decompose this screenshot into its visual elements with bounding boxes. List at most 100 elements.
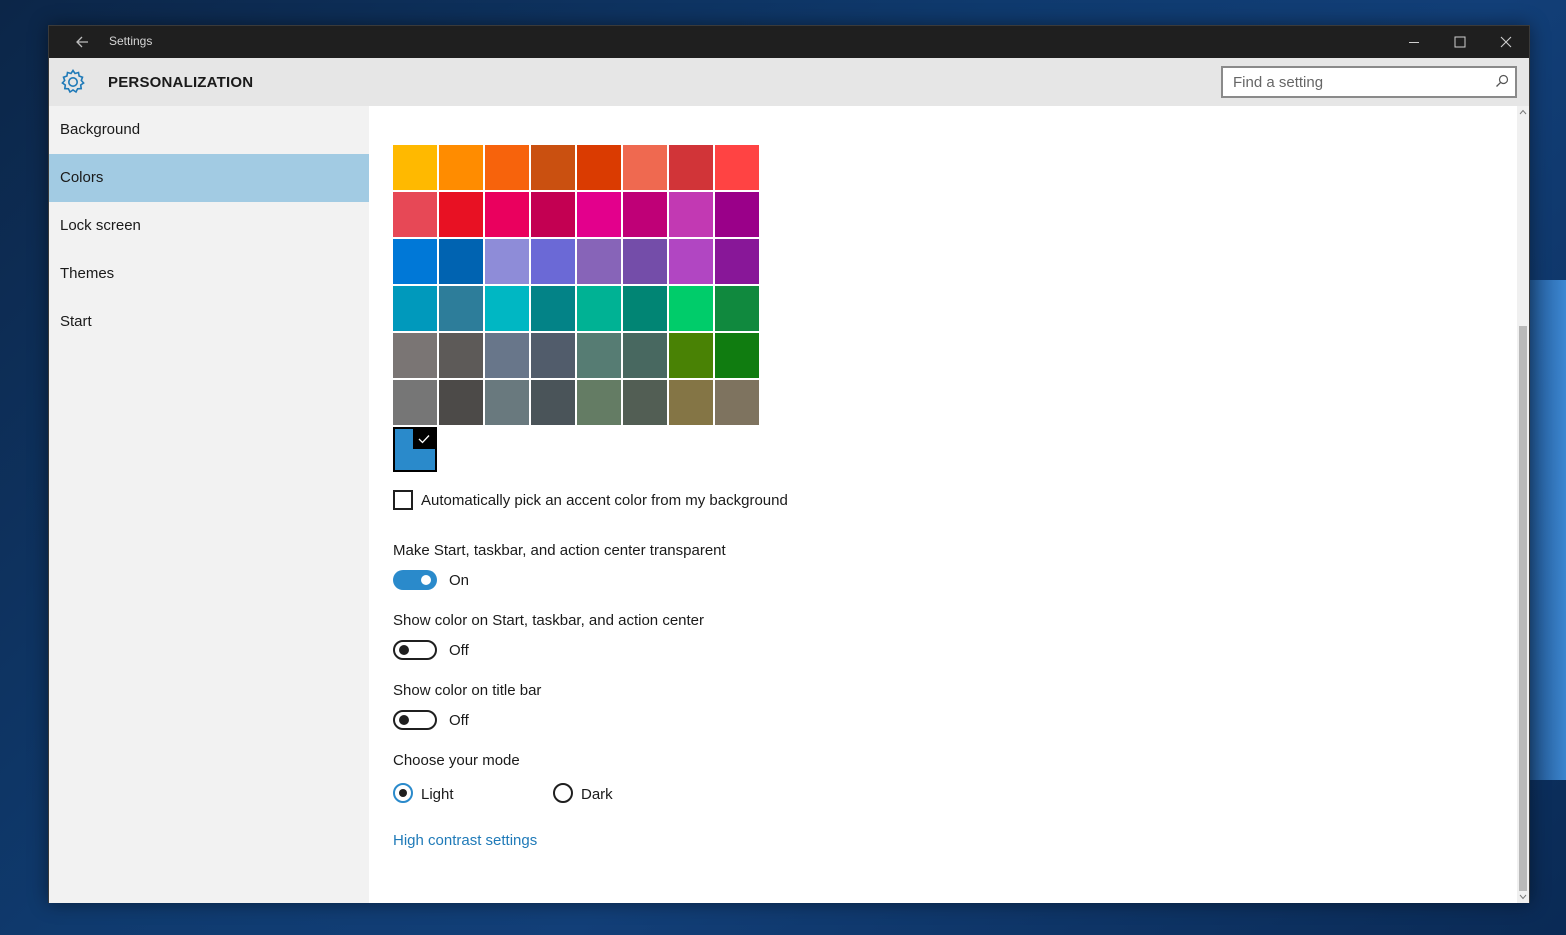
accent-swatch[interactable] <box>485 192 529 237</box>
accent-swatch[interactable] <box>623 286 667 331</box>
show-color-start-toggle[interactable] <box>393 640 437 660</box>
accent-swatch[interactable] <box>439 286 483 331</box>
accent-swatch[interactable] <box>715 145 759 190</box>
accent-swatch[interactable] <box>393 333 437 378</box>
accent-swatch[interactable] <box>531 286 575 331</box>
accent-swatch[interactable] <box>393 192 437 237</box>
accent-swatch[interactable] <box>577 239 621 284</box>
toggle-knob <box>421 575 431 585</box>
accent-swatch[interactable] <box>623 380 667 425</box>
accent-swatch[interactable] <box>577 286 621 331</box>
scroll-up-button[interactable] <box>1517 106 1529 118</box>
accent-swatch[interactable] <box>485 145 529 190</box>
accent-swatch[interactable] <box>715 192 759 237</box>
accent-swatch[interactable] <box>531 333 575 378</box>
accent-swatch[interactable] <box>623 239 667 284</box>
accent-swatch[interactable] <box>439 192 483 237</box>
accent-swatch[interactable] <box>531 380 575 425</box>
accent-swatch[interactable] <box>393 380 437 425</box>
search-input[interactable] <box>1223 68 1483 96</box>
sidebar-item-background[interactable]: Background <box>49 106 369 154</box>
sidebar-item-label: Colors <box>60 169 104 186</box>
accent-swatch[interactable] <box>577 145 621 190</box>
accent-swatch[interactable] <box>669 239 713 284</box>
selected-accent-swatch[interactable] <box>393 427 437 472</box>
gear-icon <box>61 69 85 94</box>
sidebar-item-themes[interactable]: Themes <box>49 250 369 298</box>
sidebar-item-colors[interactable]: Colors <box>49 154 369 202</box>
search-icon[interactable] <box>1495 74 1509 88</box>
accent-swatch[interactable] <box>393 145 437 190</box>
accent-swatch[interactable] <box>439 380 483 425</box>
scroll-down-button[interactable] <box>1517 891 1529 903</box>
accent-swatch[interactable] <box>669 380 713 425</box>
mode-light-label[interactable]: Light <box>421 786 454 803</box>
close-button[interactable] <box>1483 26 1529 58</box>
accent-swatch[interactable] <box>439 145 483 190</box>
accent-swatch[interactable] <box>715 380 759 425</box>
window-title: Settings <box>109 34 153 48</box>
accent-swatch[interactable] <box>669 333 713 378</box>
accent-swatch[interactable] <box>439 239 483 284</box>
page-header: PERSONALIZATION <box>49 58 1529 106</box>
search-box[interactable] <box>1221 66 1517 98</box>
sidebar-item-lock-screen[interactable]: Lock screen <box>49 202 369 250</box>
auto-pick-accent-checkbox[interactable] <box>393 490 413 510</box>
accent-swatch[interactable] <box>577 380 621 425</box>
maximize-button[interactable] <box>1437 26 1483 58</box>
sidebar-item-label: Themes <box>60 265 115 282</box>
transparency-label: Make Start, taskbar, and action center t… <box>393 542 726 559</box>
chevron-down-icon <box>1519 894 1527 900</box>
accent-swatch[interactable] <box>623 333 667 378</box>
high-contrast-settings-link[interactable]: High contrast settings <box>393 832 537 849</box>
accent-swatch[interactable] <box>715 333 759 378</box>
scrollbar[interactable] <box>1517 106 1529 903</box>
accent-swatch[interactable] <box>669 192 713 237</box>
accent-swatch[interactable] <box>485 286 529 331</box>
show-color-start-label: Show color on Start, taskbar, and action… <box>393 612 705 629</box>
page-title: PERSONALIZATION <box>108 74 254 91</box>
accent-swatch[interactable] <box>485 239 529 284</box>
accent-swatch[interactable] <box>623 192 667 237</box>
selected-indicator <box>413 429 435 449</box>
accent-swatch[interactable] <box>577 333 621 378</box>
toggle-knob <box>399 715 409 725</box>
accent-swatch[interactable] <box>393 286 437 331</box>
accent-swatch[interactable] <box>531 192 575 237</box>
radio-dot <box>399 789 407 797</box>
accent-swatch[interactable] <box>623 145 667 190</box>
sidebar-item-label: Start <box>60 313 92 330</box>
scroll-thumb[interactable] <box>1519 326 1527 891</box>
accent-swatch[interactable] <box>485 380 529 425</box>
accent-swatch[interactable] <box>439 333 483 378</box>
accent-swatch[interactable] <box>485 333 529 378</box>
back-button[interactable] <box>59 26 105 58</box>
accent-swatch[interactable] <box>531 145 575 190</box>
accent-swatch[interactable] <box>577 192 621 237</box>
accent-swatch[interactable] <box>715 239 759 284</box>
sidebar-item-label: Background <box>60 121 141 138</box>
maximize-icon <box>1454 36 1466 48</box>
show-color-titlebar-label: Show color on title bar <box>393 682 542 699</box>
mode-dark-radio[interactable] <box>553 783 573 803</box>
accent-swatch[interactable] <box>669 286 713 331</box>
sidebar-item-label: Lock screen <box>60 217 141 234</box>
show-color-titlebar-toggle[interactable] <box>393 710 437 730</box>
minimize-button[interactable] <box>1391 26 1437 58</box>
transparency-toggle[interactable] <box>393 570 437 590</box>
settings-window: Settings PERSONALIZATION Find a setting … <box>48 25 1530 903</box>
mode-label: Choose your mode <box>393 752 520 769</box>
accent-swatch[interactable] <box>715 286 759 331</box>
accent-swatch[interactable] <box>531 239 575 284</box>
content-pane: Automatically pick an accent color from … <box>369 106 1517 903</box>
sidebar-item-start[interactable]: Start <box>49 298 369 346</box>
mode-dark-label[interactable]: Dark <box>581 786 613 803</box>
auto-pick-accent-label: Automatically pick an accent color from … <box>421 492 788 509</box>
mode-light-radio[interactable] <box>393 783 413 803</box>
accent-swatch[interactable] <box>669 145 713 190</box>
back-arrow-icon <box>76 36 88 48</box>
show-color-start-state: Off <box>449 642 469 659</box>
sidebar: Background Colors Lock screen Themes Sta… <box>49 106 369 903</box>
title-bar: Settings <box>49 26 1529 58</box>
accent-swatch[interactable] <box>393 239 437 284</box>
